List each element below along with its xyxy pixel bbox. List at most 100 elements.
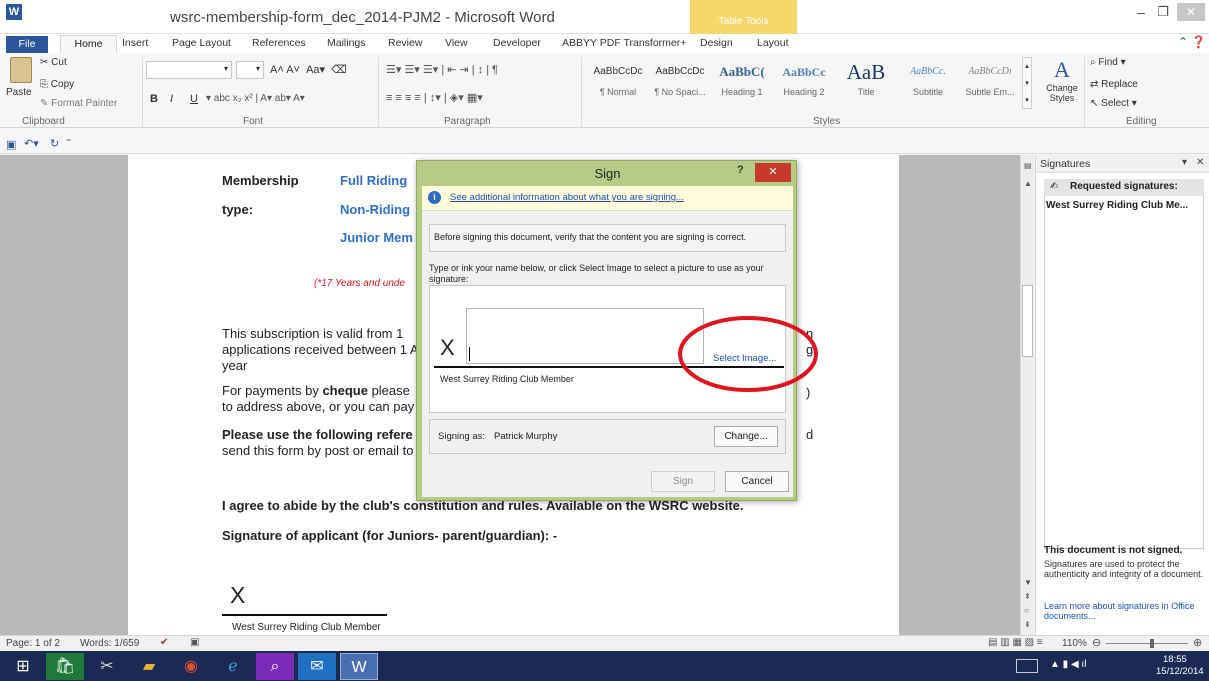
- file-explorer-icon[interactable]: ▰: [130, 653, 168, 680]
- keyboard-icon[interactable]: [1016, 659, 1038, 673]
- font-size-buttons[interactable]: A˄ A˅ Aa▾ ⌫: [270, 63, 347, 76]
- undo-icon[interactable]: ↶▾: [24, 137, 39, 150]
- style-normal[interactable]: AaBbCcDc ¶ Normal: [588, 57, 648, 103]
- zoom-slider-thumb[interactable]: [1150, 639, 1154, 648]
- font-format-buttons[interactable]: ▾ abc x₂ x² | A▾ ab▾ A▾: [206, 93, 305, 104]
- maximize-button[interactable]: ❐: [1152, 4, 1174, 24]
- previous-page-icon[interactable]: ⇞: [1024, 592, 1031, 601]
- select-button[interactable]: ↖ Select ▾: [1090, 98, 1137, 109]
- tab-developer[interactable]: Developer: [493, 37, 541, 49]
- paint-icon[interactable]: ✂: [88, 653, 126, 680]
- zoom-out-icon[interactable]: ⊖: [1092, 636, 1101, 649]
- sign-button[interactable]: Sign: [651, 471, 715, 492]
- bold-button[interactable]: B: [150, 93, 158, 105]
- view-buttons[interactable]: ▤ ▥ ▦ ▧ ≡: [988, 637, 1043, 648]
- learn-more-link[interactable]: Learn more about signatures in Office do…: [1044, 601, 1204, 621]
- info-icon: i: [428, 191, 441, 204]
- mail-icon[interactable]: ✉: [298, 653, 336, 680]
- page-indicator[interactable]: Page: 1 of 2: [6, 638, 60, 649]
- style-subtitle[interactable]: AaBbCc. Subtitle: [898, 57, 958, 103]
- help-icon[interactable]: ⌃ ❓: [1178, 35, 1206, 49]
- internet-explorer-icon[interactable]: ℯ: [214, 653, 252, 680]
- subscription-text-line1: This subscription is valid from 1: [222, 326, 404, 341]
- style-subtle-emphasis[interactable]: AaBbCcDı Subtle Em...: [960, 57, 1020, 103]
- chrome-icon[interactable]: ◉: [172, 653, 210, 680]
- clock-date[interactable]: 15/12/2014: [1156, 666, 1204, 677]
- payment-text-line2: to address above, or you can pay: [222, 399, 415, 414]
- word-taskbar-icon[interactable]: W: [340, 653, 378, 680]
- signature-input[interactable]: [466, 308, 704, 364]
- next-page-icon[interactable]: ⇟: [1024, 620, 1031, 629]
- save-icon[interactable]: ▣: [6, 138, 16, 151]
- dialog-close-button[interactable]: ✕: [755, 163, 791, 182]
- zoom-slider[interactable]: [1106, 643, 1188, 644]
- tab-file[interactable]: File: [6, 36, 48, 53]
- browse-object-icon[interactable]: ○: [1024, 606, 1029, 615]
- pane-options-icon[interactable]: ▾: [1182, 157, 1187, 168]
- additional-info-link[interactable]: See additional information about what yo…: [450, 192, 684, 203]
- system-tray-icons[interactable]: ▲ ▮ ◀ ıl: [1050, 659, 1086, 670]
- close-pane-icon[interactable]: ✕: [1196, 157, 1204, 168]
- word-app-icon[interactable]: W: [6, 4, 22, 20]
- quick-access-toolbar: ▣ ↶▾ ↻ ⁼: [0, 137, 1209, 154]
- tab-review[interactable]: Review: [388, 37, 422, 49]
- redo-icon[interactable]: ↻: [50, 137, 59, 150]
- style-no-spacing[interactable]: AaBbCcDc ¶ No Spaci...: [650, 57, 710, 103]
- close-window-button[interactable]: ✕: [1177, 3, 1205, 21]
- format-painter-label: Format Painter: [51, 98, 118, 109]
- ruler-toggle-icon[interactable]: ▤: [1024, 161, 1032, 170]
- clock-time[interactable]: 18:55: [1163, 654, 1187, 665]
- zoom-level[interactable]: 110%: [1062, 638, 1087, 649]
- word-count[interactable]: Words: 1/659: [80, 638, 139, 649]
- tab-insert[interactable]: Insert: [122, 37, 148, 49]
- cut-button[interactable]: ✂ Cut: [40, 57, 67, 68]
- italic-button[interactable]: I: [170, 93, 173, 105]
- find-button[interactable]: ⌕ Find ▾: [1090, 57, 1126, 68]
- customize-qat-icon[interactable]: ⁼: [66, 137, 71, 148]
- zoom-in-icon[interactable]: ⊕: [1193, 636, 1202, 649]
- vertical-scrollbar[interactable]: ▤ ▲ ▼ ⇞ ○ ⇟: [1020, 155, 1034, 635]
- style-name: Title: [857, 87, 875, 97]
- alignment-buttons[interactable]: ≡ ≡ ≡ ≡ | ↕▾ | ◈▾ ▦▾: [386, 91, 483, 104]
- tab-abbyy[interactable]: ABBYY PDF Transformer+: [562, 37, 686, 49]
- tab-page-layout[interactable]: Page Layout: [172, 37, 231, 49]
- style-heading-2[interactable]: AaBbCc Heading 2: [774, 57, 834, 103]
- tab-mailings[interactable]: Mailings: [327, 37, 366, 49]
- replace-button[interactable]: ⇄ Replace: [1090, 79, 1138, 90]
- format-painter-button[interactable]: ✎ Format Painter: [40, 98, 117, 109]
- change-signer-button[interactable]: Change...: [714, 426, 778, 447]
- signature-instruction: Type or ink your name below, or click Se…: [429, 263, 764, 284]
- font-name-combo[interactable]: ▾: [146, 61, 232, 79]
- info-bar: i See additional information about what …: [422, 186, 793, 211]
- tab-view[interactable]: View: [445, 37, 468, 49]
- minimize-button[interactable]: –: [1130, 4, 1152, 24]
- tab-design[interactable]: Design: [700, 37, 733, 49]
- style-sample: AaBbCc.: [910, 66, 946, 77]
- copy-button[interactable]: ⎘ Copy: [40, 79, 74, 90]
- scroll-thumb[interactable]: [1022, 285, 1033, 357]
- signature-line-x[interactable]: X: [230, 582, 245, 609]
- list-buttons[interactable]: ☰▾ ☰▾ ☰▾ | ⇤ ⇥ | ↕ | ¶: [386, 63, 498, 76]
- scroll-up-icon[interactable]: ▲: [1024, 179, 1032, 188]
- underline-button[interactable]: U: [190, 93, 198, 105]
- tab-references[interactable]: References: [252, 37, 306, 49]
- onenote-search-icon[interactable]: ⌕: [256, 653, 294, 680]
- store-icon[interactable]: 🛍: [46, 653, 84, 680]
- dialog-help-button[interactable]: ?: [737, 164, 744, 176]
- style-heading-1[interactable]: AaBbC(Heading 1: [712, 57, 772, 103]
- start-icon[interactable]: ⊞: [4, 653, 42, 680]
- tab-layout[interactable]: Layout: [757, 37, 789, 49]
- scroll-down-icon[interactable]: ▼: [1024, 578, 1032, 587]
- styles-gallery-scroll[interactable]: ▴ ▾ ▾: [1022, 57, 1032, 109]
- style-sample: AaBbCcDc: [593, 66, 643, 77]
- style-title[interactable]: AaB Title: [836, 57, 896, 103]
- macro-icon[interactable]: ▣: [190, 637, 199, 648]
- requested-signature-item[interactable]: West Surrey Riding Club Me...: [1046, 200, 1204, 211]
- cancel-button[interactable]: Cancel: [725, 471, 789, 492]
- proofing-icon[interactable]: ✔: [160, 637, 168, 648]
- paste-button[interactable]: Paste: [4, 57, 38, 101]
- tab-home[interactable]: Home: [60, 35, 117, 54]
- font-size-combo[interactable]: ▾: [236, 61, 264, 79]
- signatures-description: Signatures are used to protect the authe…: [1044, 559, 1204, 579]
- change-styles-button[interactable]: A Change Styles: [1042, 57, 1082, 107]
